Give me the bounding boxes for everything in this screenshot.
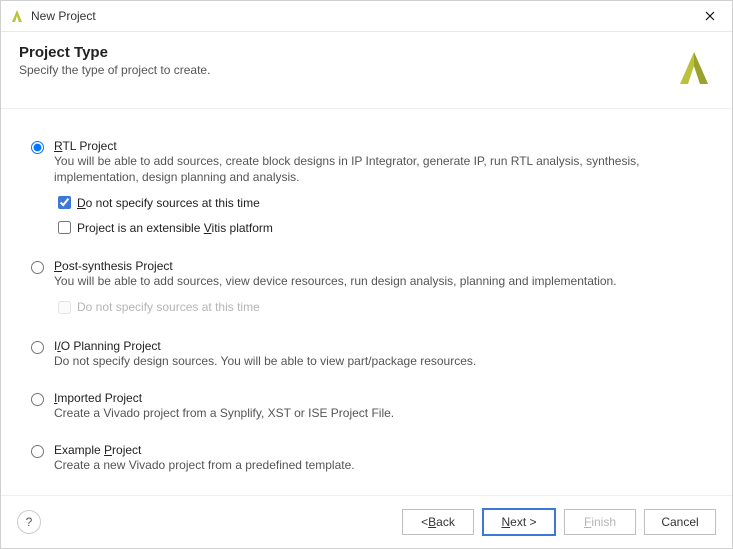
option-imported-desc: Create a Vivado project from a Synplify,…: [54, 405, 702, 421]
wizard-header: Project Type Specify the type of project…: [1, 32, 732, 109]
radio-example-project[interactable]: [31, 445, 44, 458]
option-example-title: Example Project: [54, 443, 702, 457]
option-imported-title: Imported Project: [54, 391, 702, 405]
checkbox-rtl-vitis[interactable]: Project is an extensible Vitis platform: [54, 218, 702, 237]
vendor-logo-icon: [674, 48, 714, 88]
radio-post-synthesis[interactable]: [31, 261, 44, 274]
option-io-planning-title: I/O Planning Project: [54, 339, 702, 353]
option-imported-project[interactable]: Imported Project Create a Vivado project…: [31, 391, 702, 421]
option-io-planning[interactable]: I/O Planning Project Do not specify desi…: [31, 339, 702, 369]
checkbox-rtl-vitis-input[interactable]: [58, 221, 71, 234]
option-example-desc: Create a new Vivado project from a prede…: [54, 457, 702, 473]
option-post-synthesis[interactable]: Post-synthesis Project You will be able …: [31, 259, 702, 316]
next-button[interactable]: Next >: [482, 508, 556, 536]
close-icon: [705, 11, 715, 21]
checkbox-post-no-sources-label: Do not specify sources at this time: [77, 300, 260, 314]
page-subtitle: Specify the type of project to create.: [19, 63, 674, 77]
help-button[interactable]: ?: [17, 510, 41, 534]
app-logo-icon: [9, 8, 25, 24]
wizard-dialog: New Project Project Type Specify the typ…: [0, 0, 733, 549]
page-title: Project Type: [19, 44, 674, 61]
option-rtl-title: RTL Project: [54, 139, 702, 153]
option-example-project[interactable]: Example Project Create a new Vivado proj…: [31, 443, 702, 473]
options-panel: RTL Project You will be able to add sour…: [1, 109, 732, 495]
checkbox-rtl-no-sources[interactable]: Do not specify sources at this time: [54, 193, 702, 212]
option-post-synthesis-title: Post-synthesis Project: [54, 259, 702, 273]
option-rtl-project[interactable]: RTL Project You will be able to add sour…: [31, 139, 702, 237]
finish-button: Finish: [564, 509, 636, 535]
checkbox-post-no-sources-input: [58, 301, 71, 314]
cancel-button[interactable]: Cancel: [644, 509, 716, 535]
checkbox-rtl-no-sources-input[interactable]: [58, 196, 71, 209]
radio-imported-project[interactable]: [31, 393, 44, 406]
checkbox-post-no-sources: Do not specify sources at this time: [54, 298, 702, 317]
option-post-synthesis-desc: You will be able to add sources, view de…: [54, 273, 702, 289]
checkbox-rtl-no-sources-label: Do not specify sources at this time: [77, 196, 260, 210]
titlebar: New Project: [1, 1, 732, 32]
back-button[interactable]: < Back: [402, 509, 474, 535]
radio-io-planning[interactable]: [31, 341, 44, 354]
option-rtl-desc: You will be able to add sources, create …: [54, 153, 702, 185]
close-button[interactable]: [696, 5, 724, 27]
radio-rtl-project[interactable]: [31, 141, 44, 154]
help-icon: ?: [26, 515, 33, 529]
wizard-footer: ? < Back Next > Finish Cancel: [1, 495, 732, 548]
window-title: New Project: [31, 9, 96, 23]
checkbox-rtl-vitis-label: Project is an extensible Vitis platform: [77, 221, 273, 235]
option-io-planning-desc: Do not specify design sources. You will …: [54, 353, 702, 369]
